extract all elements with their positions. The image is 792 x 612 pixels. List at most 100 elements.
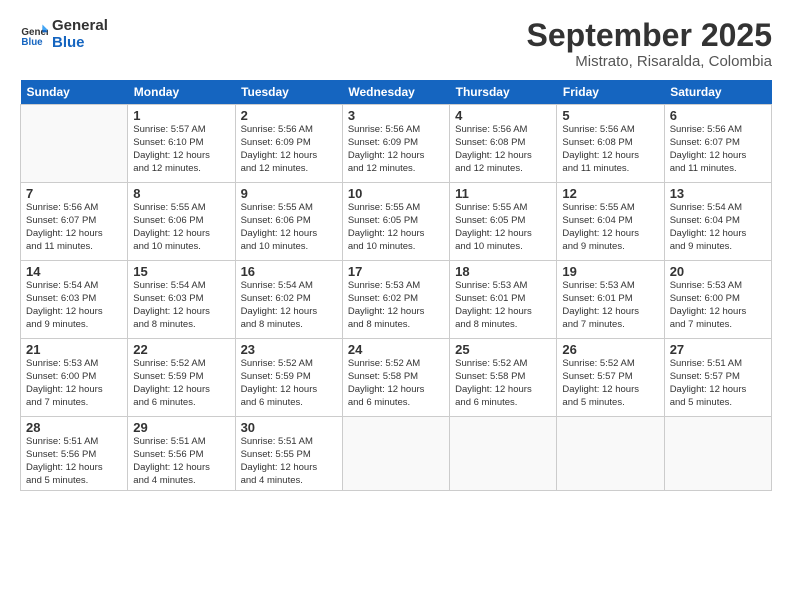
date-number: 9 (241, 186, 337, 201)
cell-info: Sunrise: 5:51 AMSunset: 5:56 PMDaylight:… (26, 436, 122, 487)
cell-info: Sunrise: 5:52 AMSunset: 5:58 PMDaylight:… (348, 358, 444, 409)
cell-1-1 (21, 105, 128, 183)
date-number: 18 (455, 264, 551, 279)
calendar-subtitle: Mistrato, Risaralda, Colombia (527, 53, 772, 70)
date-number: 22 (133, 342, 229, 357)
date-number: 3 (348, 108, 444, 123)
logo: General Blue General Blue (20, 18, 108, 51)
col-header-thursday: Thursday (450, 80, 557, 105)
col-header-saturday: Saturday (664, 80, 771, 105)
cell-info: Sunrise: 5:55 AMSunset: 6:06 PMDaylight:… (133, 202, 229, 253)
date-number: 26 (562, 342, 658, 357)
title-block: September 2025 Mistrato, Risaralda, Colo… (527, 18, 772, 70)
cell-info: Sunrise: 5:56 AMSunset: 6:08 PMDaylight:… (562, 124, 658, 175)
col-header-sunday: Sunday (21, 80, 128, 105)
date-number: 14 (26, 264, 122, 279)
cell-info: Sunrise: 5:54 AMSunset: 6:03 PMDaylight:… (133, 280, 229, 331)
logo-icon: General Blue (20, 21, 48, 49)
header-row: SundayMondayTuesdayWednesdayThursdayFrid… (21, 80, 772, 105)
cell-info: Sunrise: 5:55 AMSunset: 6:05 PMDaylight:… (348, 202, 444, 253)
cell-4-6: 26Sunrise: 5:52 AMSunset: 5:57 PMDayligh… (557, 339, 664, 417)
date-number: 11 (455, 186, 551, 201)
date-number: 25 (455, 342, 551, 357)
cell-5-3: 30Sunrise: 5:51 AMSunset: 5:55 PMDayligh… (235, 417, 342, 491)
cell-info: Sunrise: 5:53 AMSunset: 6:00 PMDaylight:… (26, 358, 122, 409)
cell-3-4: 17Sunrise: 5:53 AMSunset: 6:02 PMDayligh… (342, 261, 449, 339)
week-row-1: 1Sunrise: 5:57 AMSunset: 6:10 PMDaylight… (21, 105, 772, 183)
calendar-page: General Blue General Blue September 2025… (0, 0, 792, 612)
cell-4-7: 27Sunrise: 5:51 AMSunset: 5:57 PMDayligh… (664, 339, 771, 417)
cell-5-7 (664, 417, 771, 491)
cell-info: Sunrise: 5:54 AMSunset: 6:03 PMDaylight:… (26, 280, 122, 331)
cell-3-7: 20Sunrise: 5:53 AMSunset: 6:00 PMDayligh… (664, 261, 771, 339)
cell-5-6 (557, 417, 664, 491)
cell-4-4: 24Sunrise: 5:52 AMSunset: 5:58 PMDayligh… (342, 339, 449, 417)
week-row-3: 14Sunrise: 5:54 AMSunset: 6:03 PMDayligh… (21, 261, 772, 339)
date-number: 7 (26, 186, 122, 201)
cell-1-2: 1Sunrise: 5:57 AMSunset: 6:10 PMDaylight… (128, 105, 235, 183)
date-number: 6 (670, 108, 766, 123)
cell-info: Sunrise: 5:53 AMSunset: 6:01 PMDaylight:… (455, 280, 551, 331)
date-number: 29 (133, 420, 229, 435)
date-number: 30 (241, 420, 337, 435)
cell-info: Sunrise: 5:54 AMSunset: 6:02 PMDaylight:… (241, 280, 337, 331)
calendar-title: September 2025 (527, 18, 772, 53)
cell-2-2: 8Sunrise: 5:55 AMSunset: 6:06 PMDaylight… (128, 183, 235, 261)
date-number: 8 (133, 186, 229, 201)
cell-info: Sunrise: 5:56 AMSunset: 6:08 PMDaylight:… (455, 124, 551, 175)
cell-1-4: 3Sunrise: 5:56 AMSunset: 6:09 PMDaylight… (342, 105, 449, 183)
cell-info: Sunrise: 5:51 AMSunset: 5:55 PMDaylight:… (241, 436, 337, 487)
cell-4-3: 23Sunrise: 5:52 AMSunset: 5:59 PMDayligh… (235, 339, 342, 417)
cell-info: Sunrise: 5:51 AMSunset: 5:56 PMDaylight:… (133, 436, 229, 487)
cell-2-3: 9Sunrise: 5:55 AMSunset: 6:06 PMDaylight… (235, 183, 342, 261)
cell-info: Sunrise: 5:52 AMSunset: 5:57 PMDaylight:… (562, 358, 658, 409)
cell-info: Sunrise: 5:55 AMSunset: 6:04 PMDaylight:… (562, 202, 658, 253)
cell-3-6: 19Sunrise: 5:53 AMSunset: 6:01 PMDayligh… (557, 261, 664, 339)
cell-info: Sunrise: 5:53 AMSunset: 6:02 PMDaylight:… (348, 280, 444, 331)
date-number: 10 (348, 186, 444, 201)
date-number: 27 (670, 342, 766, 357)
calendar-table: SundayMondayTuesdayWednesdayThursdayFrid… (20, 80, 772, 491)
cell-3-2: 15Sunrise: 5:54 AMSunset: 6:03 PMDayligh… (128, 261, 235, 339)
date-number: 28 (26, 420, 122, 435)
date-number: 5 (562, 108, 658, 123)
col-header-friday: Friday (557, 80, 664, 105)
cell-info: Sunrise: 5:55 AMSunset: 6:05 PMDaylight:… (455, 202, 551, 253)
cell-info: Sunrise: 5:54 AMSunset: 6:04 PMDaylight:… (670, 202, 766, 253)
cell-2-4: 10Sunrise: 5:55 AMSunset: 6:05 PMDayligh… (342, 183, 449, 261)
cell-info: Sunrise: 5:52 AMSunset: 5:59 PMDaylight:… (241, 358, 337, 409)
cell-3-3: 16Sunrise: 5:54 AMSunset: 6:02 PMDayligh… (235, 261, 342, 339)
svg-text:Blue: Blue (21, 36, 43, 47)
cell-5-5 (450, 417, 557, 491)
cell-2-6: 12Sunrise: 5:55 AMSunset: 6:04 PMDayligh… (557, 183, 664, 261)
week-row-4: 21Sunrise: 5:53 AMSunset: 6:00 PMDayligh… (21, 339, 772, 417)
cell-5-4 (342, 417, 449, 491)
date-number: 12 (562, 186, 658, 201)
cell-5-1: 28Sunrise: 5:51 AMSunset: 5:56 PMDayligh… (21, 417, 128, 491)
col-header-monday: Monday (128, 80, 235, 105)
cell-info: Sunrise: 5:56 AMSunset: 6:09 PMDaylight:… (348, 124, 444, 175)
cell-info: Sunrise: 5:52 AMSunset: 5:58 PMDaylight:… (455, 358, 551, 409)
cell-info: Sunrise: 5:56 AMSunset: 6:07 PMDaylight:… (670, 124, 766, 175)
cell-4-2: 22Sunrise: 5:52 AMSunset: 5:59 PMDayligh… (128, 339, 235, 417)
cell-info: Sunrise: 5:57 AMSunset: 6:10 PMDaylight:… (133, 124, 229, 175)
col-header-wednesday: Wednesday (342, 80, 449, 105)
date-number: 13 (670, 186, 766, 201)
cell-3-5: 18Sunrise: 5:53 AMSunset: 6:01 PMDayligh… (450, 261, 557, 339)
cell-info: Sunrise: 5:56 AMSunset: 6:07 PMDaylight:… (26, 202, 122, 253)
cell-info: Sunrise: 5:53 AMSunset: 6:00 PMDaylight:… (670, 280, 766, 331)
date-number: 15 (133, 264, 229, 279)
cell-1-3: 2Sunrise: 5:56 AMSunset: 6:09 PMDaylight… (235, 105, 342, 183)
date-number: 2 (241, 108, 337, 123)
cell-info: Sunrise: 5:52 AMSunset: 5:59 PMDaylight:… (133, 358, 229, 409)
cell-1-7: 6Sunrise: 5:56 AMSunset: 6:07 PMDaylight… (664, 105, 771, 183)
cell-info: Sunrise: 5:55 AMSunset: 6:06 PMDaylight:… (241, 202, 337, 253)
date-number: 24 (348, 342, 444, 357)
week-row-2: 7Sunrise: 5:56 AMSunset: 6:07 PMDaylight… (21, 183, 772, 261)
cell-2-7: 13Sunrise: 5:54 AMSunset: 6:04 PMDayligh… (664, 183, 771, 261)
cell-5-2: 29Sunrise: 5:51 AMSunset: 5:56 PMDayligh… (128, 417, 235, 491)
date-number: 17 (348, 264, 444, 279)
date-number: 4 (455, 108, 551, 123)
cell-3-1: 14Sunrise: 5:54 AMSunset: 6:03 PMDayligh… (21, 261, 128, 339)
date-number: 20 (670, 264, 766, 279)
